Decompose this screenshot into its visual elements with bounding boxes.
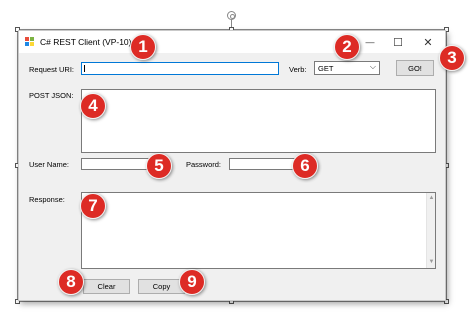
response-label: Response: [29, 195, 65, 204]
close-icon: ✕ [423, 36, 433, 49]
copy-button[interactable]: Copy [138, 279, 185, 294]
maximize-button[interactable]: ☐ [384, 31, 412, 53]
text-caret [84, 65, 85, 72]
response-scrollbar[interactable]: ▲ ▼ [426, 193, 435, 268]
callout-marker-9: 9 [179, 269, 205, 295]
username-label: User Name: [29, 160, 70, 169]
verb-selected-value: GET [318, 64, 334, 73]
request-uri-input[interactable] [81, 62, 279, 75]
chevron-down-icon: ⌵ [369, 62, 376, 71]
callout-marker-6: 6 [292, 153, 318, 179]
title-bar[interactable]: C# REST Client (VP-10) — ☐ ✕ [19, 31, 445, 53]
maximize-icon: ☐ [393, 36, 403, 49]
go-button[interactable]: GO! [396, 60, 434, 76]
rotate-handle-icon[interactable] [227, 11, 236, 20]
callout-marker-7: 7 [80, 193, 106, 219]
app-icon [25, 37, 35, 46]
callout-marker-2: 2 [334, 34, 360, 60]
clear-button[interactable]: Clear [83, 279, 130, 294]
window-title: C# REST Client (VP-10) [40, 37, 132, 47]
callout-marker-3: 3 [439, 45, 465, 71]
password-label: Password: [186, 160, 222, 169]
callout-marker-8: 8 [58, 269, 84, 295]
minimize-button[interactable]: — [356, 31, 384, 53]
scroll-up-icon[interactable]: ▲ [427, 194, 436, 203]
verb-select[interactable]: GET ⌵ [314, 61, 380, 75]
callout-marker-4: 4 [80, 93, 106, 119]
callout-marker-1: 1 [130, 34, 156, 60]
close-button[interactable]: ✕ [414, 31, 442, 53]
request-uri-label: Request URI: [29, 65, 75, 74]
minimize-icon: — [365, 37, 375, 47]
scroll-down-icon[interactable]: ▼ [427, 258, 436, 267]
post-json-textarea[interactable] [81, 89, 436, 153]
rest-client-window: C# REST Client (VP-10) — ☐ ✕ Request URI… [18, 30, 446, 301]
callout-marker-5: 5 [146, 153, 172, 179]
response-textarea[interactable]: ▲ ▼ [81, 192, 436, 269]
post-json-label: POST JSON: [29, 91, 74, 100]
verb-label: Verb: [289, 65, 307, 74]
